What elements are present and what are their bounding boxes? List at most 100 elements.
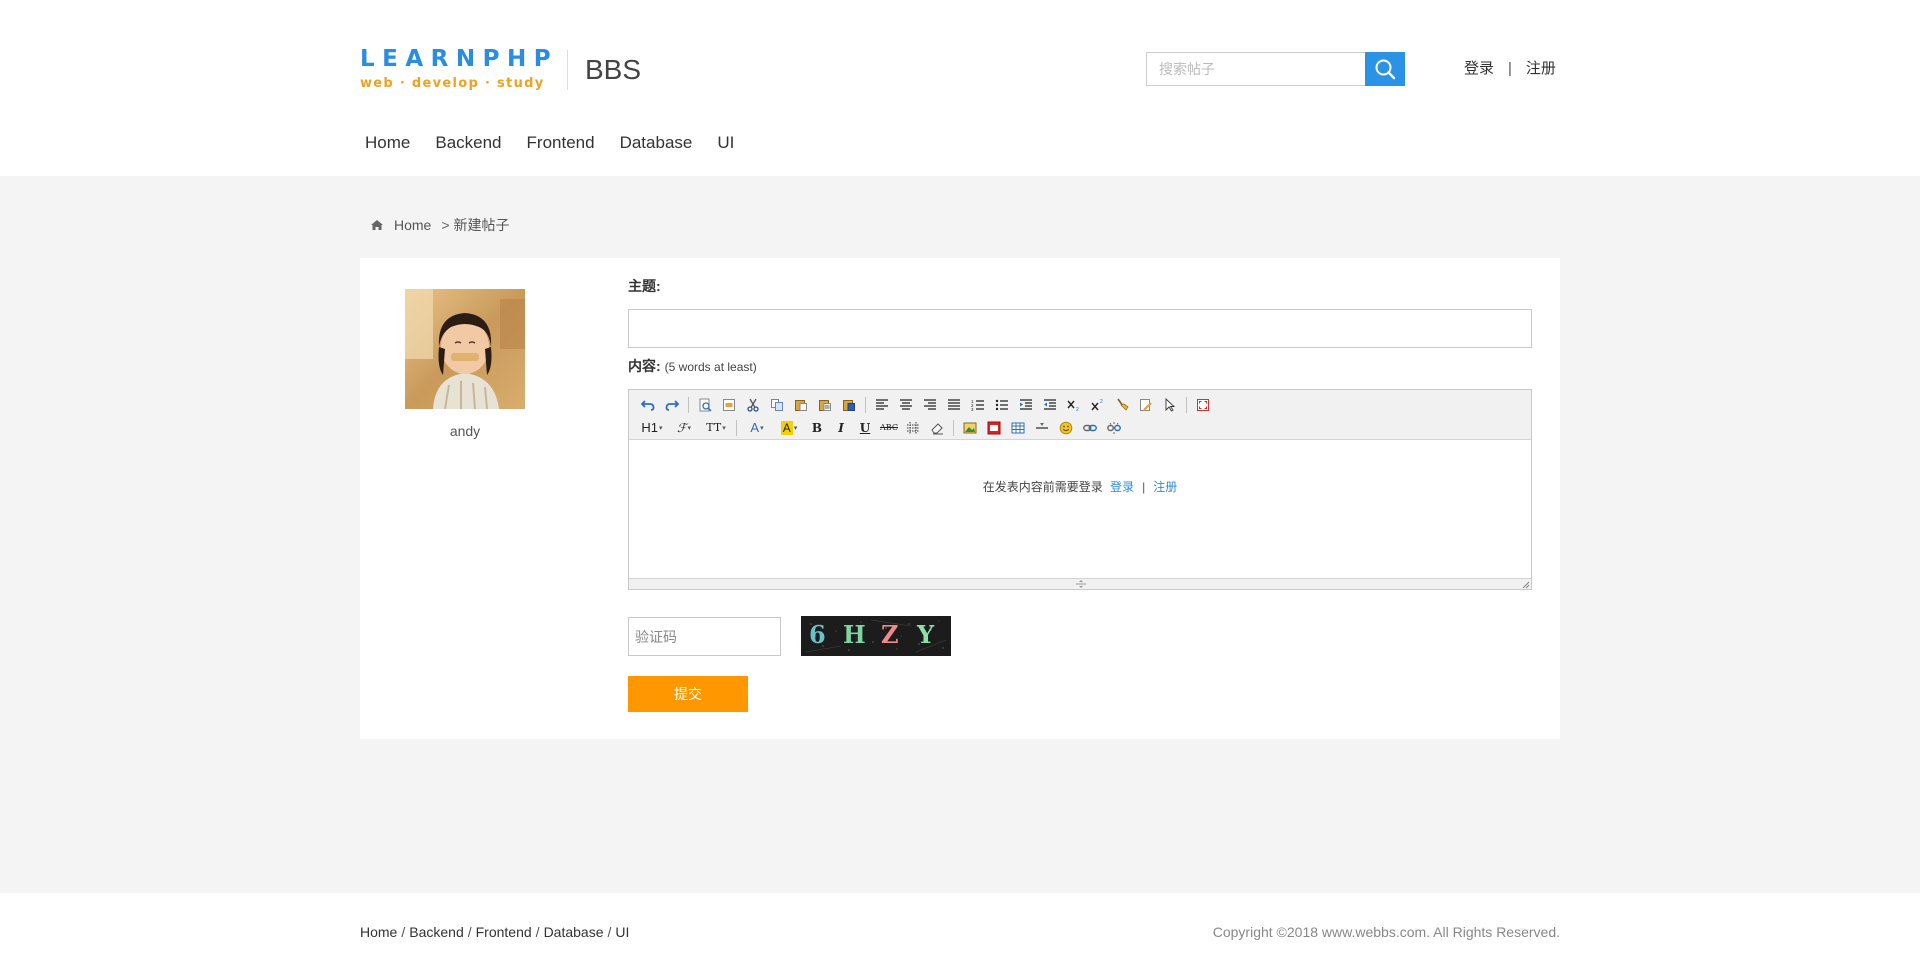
redo-button[interactable] xyxy=(661,395,683,415)
avatar-image xyxy=(405,289,525,409)
footer-link-separator: / xyxy=(467,924,472,940)
resize-corner-icon xyxy=(1522,581,1530,589)
nav-item-home[interactable]: Home xyxy=(365,131,410,155)
align-center-button[interactable] xyxy=(895,395,917,415)
insert-link-button[interactable] xyxy=(1079,418,1101,438)
paste-word-button[interactable] xyxy=(838,395,860,415)
editor-content-area[interactable]: 在发表内容前需要登录 登录 | 注册 xyxy=(629,440,1531,578)
ordered-list-button[interactable]: 123 xyxy=(967,395,989,415)
editor-login-tip: 在发表内容前需要登录 登录 | 注册 xyxy=(629,479,1531,495)
header-auth-links: 登录 | 注册 xyxy=(1464,57,1556,81)
underline-label: U xyxy=(859,420,871,435)
chevron-down-icon: ▾ xyxy=(793,424,798,432)
resize-grip-icon xyxy=(1076,580,1086,588)
strikethrough-button[interactable]: ABC xyxy=(878,418,900,438)
search-input[interactable] xyxy=(1146,52,1366,86)
nav-item-backend[interactable]: Backend xyxy=(435,131,501,155)
font-family-button[interactable]: ℱ ▾ xyxy=(669,418,699,438)
preview-button[interactable] xyxy=(694,395,716,415)
nav-item-ui[interactable]: UI xyxy=(717,131,734,155)
align-left-button[interactable] xyxy=(871,395,893,415)
subscript-icon: 2 xyxy=(1067,400,1079,412)
indent-button[interactable] xyxy=(1015,395,1037,415)
paste-icon xyxy=(795,399,807,411)
image-icon xyxy=(963,422,977,433)
undo-icon xyxy=(641,399,655,411)
bold-label: B xyxy=(811,420,823,435)
nav-item-database[interactable]: Database xyxy=(620,131,693,155)
footer-link-database[interactable]: Database xyxy=(544,924,604,940)
unordered-list-icon xyxy=(995,399,1008,410)
copy-button[interactable] xyxy=(766,395,788,415)
subject-input[interactable] xyxy=(628,309,1532,348)
align-justify-icon xyxy=(948,398,960,410)
video-icon xyxy=(987,421,1001,434)
logo-divider xyxy=(567,50,568,90)
site-name: BBS xyxy=(585,54,642,85)
insert-table-button[interactable] xyxy=(1007,418,1029,438)
unlink-button[interactable] xyxy=(1103,418,1125,438)
undo-button[interactable] xyxy=(637,395,659,415)
insert-image-button[interactable] xyxy=(959,418,981,438)
toolbar-separator xyxy=(688,396,689,413)
submit-button[interactable]: 提交 xyxy=(628,676,748,712)
horizontal-rule-button[interactable] xyxy=(902,418,924,438)
table-icon xyxy=(1011,422,1025,433)
redo-icon xyxy=(665,399,679,411)
superscript-button[interactable]: 2 xyxy=(1087,395,1109,415)
superscript-icon: 2 xyxy=(1091,399,1103,410)
unordered-list-button[interactable] xyxy=(991,395,1013,415)
breadcrumb-home[interactable]: Home xyxy=(394,213,431,237)
fullscreen-button[interactable] xyxy=(1192,395,1214,415)
heading-button[interactable]: H1 ▾ xyxy=(637,418,667,438)
template-button[interactable] xyxy=(718,395,740,415)
footer-link-ui[interactable]: UI xyxy=(615,924,629,940)
subscript-button[interactable]: 2 xyxy=(1063,395,1085,415)
captcha-input[interactable] xyxy=(628,617,781,656)
search-button[interactable] xyxy=(1365,52,1405,86)
bold-button[interactable]: B xyxy=(806,418,828,438)
insert-row-icon xyxy=(1036,422,1048,429)
login-link[interactable]: 登录 xyxy=(1464,60,1494,77)
toolbar-separator xyxy=(865,396,866,413)
align-right-button[interactable] xyxy=(919,395,941,415)
editor-register-link[interactable]: 注册 xyxy=(1153,480,1177,494)
font-size-button[interactable]: TT ▾ xyxy=(701,418,731,438)
clear-format-button[interactable] xyxy=(1111,395,1133,415)
chevron-down-icon: ▾ xyxy=(760,424,764,432)
insert-video-button[interactable] xyxy=(983,418,1005,438)
broom-icon xyxy=(1117,398,1129,411)
outdent-button[interactable] xyxy=(1039,395,1061,415)
toolbar-separator xyxy=(736,419,737,436)
editor-toolbar: 123 2 2 H1 ▾ ℱ ▾ TT ▾ A ▾ A ▾ B I U ABC xyxy=(629,390,1531,440)
paste-word-icon xyxy=(843,399,855,411)
toolbar-separator xyxy=(1186,396,1187,413)
heading-label: H1 xyxy=(641,419,659,435)
captcha-image[interactable]: 6 H Z Y xyxy=(801,616,951,656)
insert-hr-button[interactable] xyxy=(1031,418,1053,438)
cursor-button[interactable] xyxy=(1159,395,1181,415)
align-justify-button[interactable] xyxy=(943,395,965,415)
font-color-button[interactable]: A ▾ xyxy=(742,418,772,438)
site-logo[interactable]: LEARNPHP web · develop · study xyxy=(360,46,556,96)
emoticon-button[interactable] xyxy=(1055,418,1077,438)
eraser-button[interactable] xyxy=(926,418,948,438)
footer-link-backend[interactable]: Backend xyxy=(409,924,463,940)
editor-resize-bar[interactable] xyxy=(629,578,1531,589)
nav-item-frontend[interactable]: Frontend xyxy=(527,131,595,155)
editor-login-link[interactable]: 登录 xyxy=(1110,480,1134,494)
preview-icon xyxy=(699,398,712,412)
cut-button[interactable] xyxy=(742,395,764,415)
content-label-text: 内容: xyxy=(628,358,661,374)
italic-button[interactable]: I xyxy=(830,418,852,438)
highlight-color-button[interactable]: A ▾ xyxy=(774,418,804,438)
footer-link-frontend[interactable]: Frontend xyxy=(476,924,532,940)
paste-button[interactable] xyxy=(790,395,812,415)
search-icon xyxy=(1375,59,1396,80)
select-all-button[interactable] xyxy=(1135,395,1157,415)
register-link[interactable]: 注册 xyxy=(1526,60,1556,77)
eraser-icon xyxy=(931,422,943,434)
paste-text-button[interactable] xyxy=(814,395,836,415)
footer-link-home[interactable]: Home xyxy=(360,924,397,940)
underline-button[interactable]: U xyxy=(854,418,876,438)
